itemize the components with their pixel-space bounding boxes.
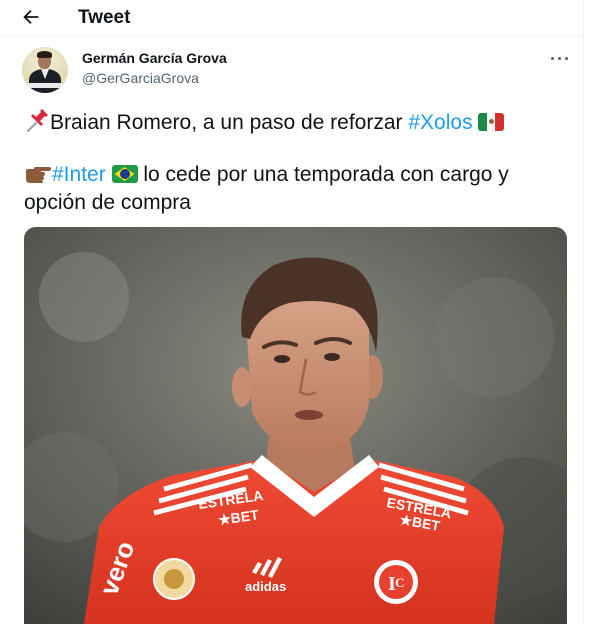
more-options-button[interactable] [548,50,572,68]
tweet-text-segment: lo cede por una temporada con cargo y [137,163,509,186]
avatar-banner-strip [28,83,62,88]
svg-text:C: C [395,575,404,590]
tweet-line-2: #Inter lo cede por una temporada con car… [24,162,509,188]
hashtag-link-xolos[interactable]: #Xolos [408,111,472,134]
pushpin-icon [24,109,50,133]
player-photo: ESTRELA ★BET ESTRELA ★BET vero adidas I [24,227,567,624]
author-name[interactable]: Germán García Grova [82,50,227,66]
more-dot-icon [558,57,561,60]
back-button[interactable] [20,6,46,30]
svg-text:adidas: adidas [245,579,286,594]
arrow-left-icon [23,9,39,25]
pointing-hand-icon [24,164,52,184]
page-title: Tweet [78,7,131,28]
tweet-line-1: Braian Romero, a un paso de reforzar #Xo… [24,109,505,136]
tweet-media-photo[interactable]: ESTRELA ★BET ESTRELA ★BET vero adidas I [24,227,567,624]
more-dot-icon [565,57,568,60]
page-header: Tweet [0,0,584,36]
brazil-flag-icon [111,165,138,183]
header-divider [0,36,584,37]
author-handle[interactable]: @GerGarciaGrova [82,70,199,86]
mexico-flag-icon [478,113,505,131]
tweet-page: Tweet Germán García Grova @GerGarciaGrov… [0,0,584,624]
tweet-text-segment: Braian Romero, a un paso de reforzar [50,111,409,134]
hashtag-link-inter[interactable]: #Inter [52,163,106,186]
tweet-line-3: opción de compra [24,191,191,214]
avatar-hair [37,51,52,58]
more-dot-icon [551,57,554,60]
club-crest-icon: I C [374,560,418,604]
avatar[interactable] [22,47,68,93]
